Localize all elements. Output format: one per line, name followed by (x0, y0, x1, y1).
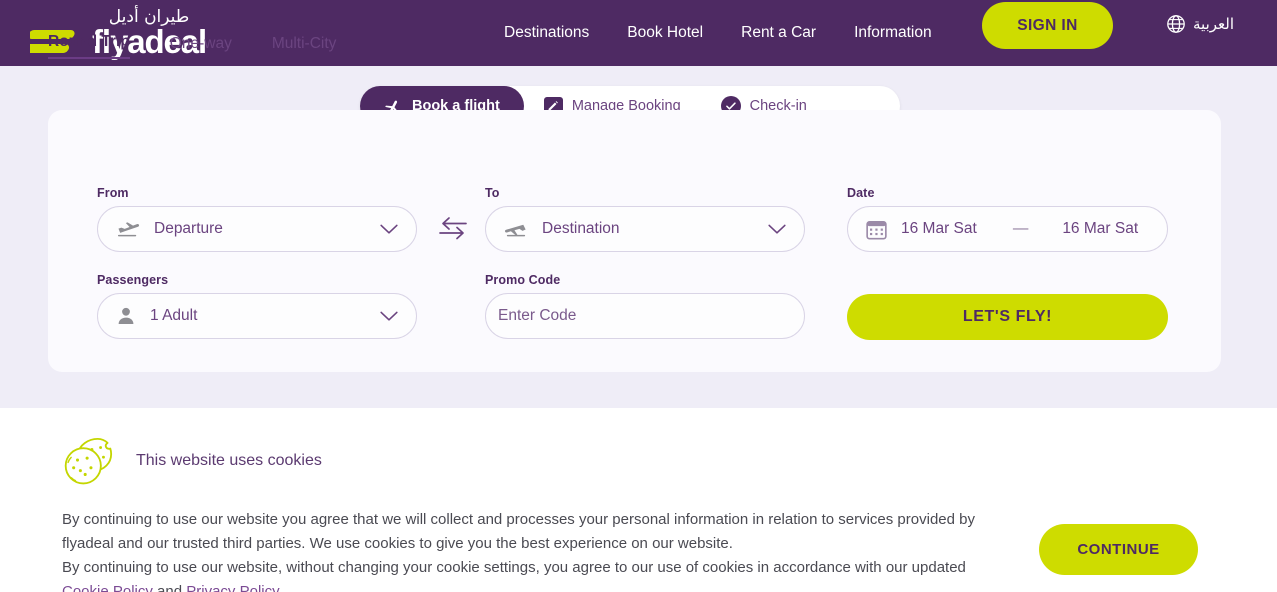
promo-code-input-wrapper[interactable]: Enter Code (485, 293, 805, 339)
chevron-down-icon[interactable] (768, 224, 786, 235)
date-label: Date (847, 186, 875, 200)
calendar-icon (866, 219, 887, 240)
page-root: طيران أديل flyadeal Destinations Book Ho… (0, 0, 1277, 592)
return-date-value: 16 Mar Sat (1062, 220, 1139, 237)
cookie-continue-button[interactable]: CONTINUE (1039, 524, 1198, 575)
promo-field-group: Promo Code Enter Code (485, 273, 805, 339)
nav-item-book-hotel[interactable]: Book Hotel (627, 24, 703, 42)
date-range-separator: — (1012, 220, 1029, 237)
lets-fly-button[interactable]: LET'S FLY! (847, 294, 1168, 340)
person-icon (116, 306, 136, 326)
chevron-down-icon[interactable] (380, 311, 398, 322)
nav-item-rent-a-car[interactable]: Rent a Car (741, 24, 816, 42)
sign-in-button[interactable]: SIGN IN (982, 2, 1113, 49)
from-placeholder-text: Departure (154, 220, 223, 237)
promo-code-input[interactable]: Enter Code (486, 307, 804, 325)
chevron-down-icon[interactable] (380, 224, 398, 235)
depart-date-value: 16 Mar Sat (901, 220, 977, 237)
nav-item-destinations[interactable]: Destinations (504, 24, 589, 42)
cookie-policy-link[interactable]: Cookie Policy (62, 583, 153, 592)
passengers-field-group: Passengers 1 Adult (97, 273, 417, 339)
nav-item-information[interactable]: Information (854, 24, 932, 42)
cookie-paragraph-2-after: . (278, 583, 283, 592)
cookie-banner-header: This website uses cookies (62, 436, 322, 486)
language-label: العربية (1193, 15, 1234, 33)
promo-label: Promo Code (485, 273, 561, 287)
language-switcher[interactable]: العربية (1166, 14, 1234, 34)
trip-type-one-way[interactable]: One-way (170, 35, 232, 59)
to-input[interactable]: Destination (485, 206, 805, 252)
to-placeholder-text: Destination (542, 220, 620, 237)
passengers-value: 1 Adult (150, 307, 198, 324)
from-label: From (97, 186, 129, 200)
trip-type-multi-city[interactable]: Multi-City (272, 35, 337, 59)
privacy-policy-link[interactable]: Privacy Policy (186, 583, 278, 592)
to-label: To (485, 186, 500, 200)
cookies-icon (64, 437, 113, 485)
cookie-paragraph-1: By continuing to use our website you agr… (62, 511, 975, 552)
trip-type-selector: Round Trip One-way Multi-City (48, 33, 336, 59)
date-field-group: Date 16 Mar Sat — 16 Mar Sat (847, 186, 1168, 252)
trip-type-round-trip[interactable]: Round Trip (48, 33, 130, 59)
passengers-input[interactable]: 1 Adult (97, 293, 417, 339)
passengers-label: Passengers (97, 273, 169, 287)
cookie-paragraph-2-before: By continuing to use our website, withou… (62, 559, 966, 576)
cookie-paragraph-2-mid: and (152, 583, 187, 592)
from-field-group: From Departure (97, 186, 417, 252)
globe-icon (1167, 15, 1185, 33)
plane-landing-icon (504, 219, 528, 239)
main-navigation: Destinations Book Hotel Rent a Car Infor… (504, 0, 932, 66)
to-field-group: To Destination (485, 186, 805, 252)
swap-origin-destination-button[interactable] (437, 213, 469, 243)
swap-arrows-icon (439, 217, 467, 240)
plane-takeoff-icon (116, 219, 140, 239)
date-range-input[interactable]: 16 Mar Sat — 16 Mar Sat (847, 206, 1168, 252)
cookie-banner-title: This website uses cookies (136, 452, 322, 469)
cookie-banner-text: By continuing to use our website you agr… (62, 508, 1007, 592)
from-input[interactable]: Departure (97, 206, 417, 252)
